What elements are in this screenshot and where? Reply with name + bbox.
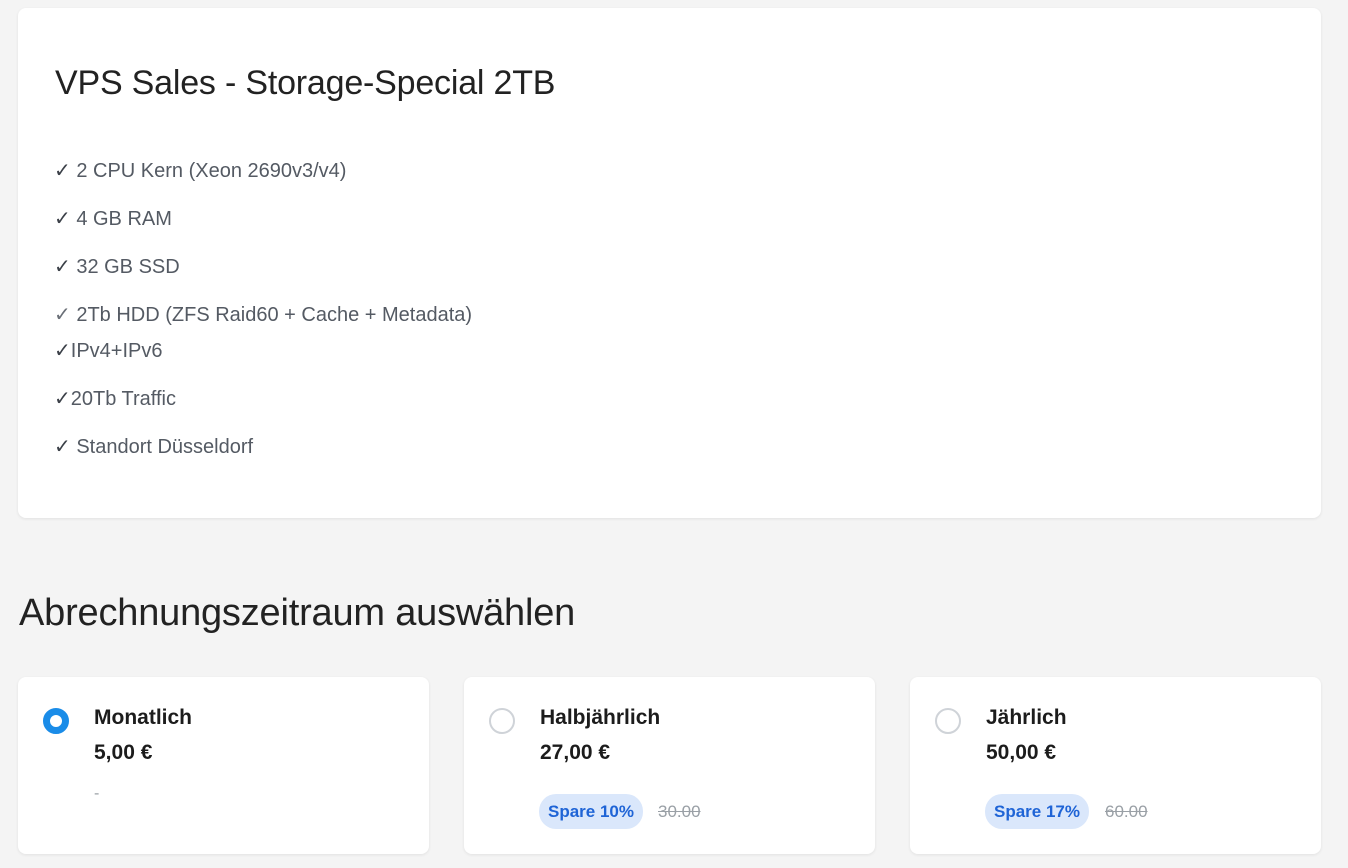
feature-text: 2 CPU Kern (Xeon 2690v3/v4)	[70, 160, 347, 182]
billing-option-name: Jährlich	[986, 706, 1067, 729]
billing-cycle-heading: Abrechnungszeitraum auswählen	[19, 592, 576, 634]
savings-badge: Spare 17%	[985, 794, 1089, 829]
feature-text: 20Tb Traffic	[70, 388, 176, 410]
check-icon: ✓	[54, 340, 71, 362]
check-icon: ✓	[54, 436, 71, 458]
billing-option-name: Halbjährlich	[540, 706, 661, 729]
feature-item-location: ✓ Standort Düsseldorf	[54, 434, 253, 459]
billing-option-price: 50,00 €	[986, 741, 1057, 764]
feature-item-cpu: ✓ 2 CPU Kern (Xeon 2690v3/v4)	[54, 158, 346, 183]
radio-button-annual[interactable]	[935, 708, 961, 734]
feature-item-hdd: ✓ 2Tb HDD (ZFS Raid60 + Cache + Metadata…	[54, 302, 472, 327]
feature-item-ip: ✓IPv4+IPv6	[54, 338, 162, 363]
feature-text: 4 GB RAM	[70, 208, 172, 230]
billing-option-note: -	[94, 785, 100, 802]
check-icon: ✓	[54, 256, 71, 278]
feature-item-ssd: ✓ 32 GB SSD	[54, 254, 180, 279]
billing-option-name: Monatlich	[94, 706, 192, 729]
billing-option-monthly[interactable]: Monatlich 5,00 € -	[18, 677, 429, 854]
original-price: 30.00	[658, 802, 701, 821]
feature-text: 32 GB SSD	[70, 256, 180, 278]
check-icon: ✓	[54, 388, 71, 410]
product-title: VPS Sales - Storage-Special 2TB	[55, 64, 556, 102]
check-icon: ✓	[54, 160, 71, 182]
product-card: VPS Sales - Storage-Special 2TB ✓ 2 CPU …	[18, 8, 1321, 518]
check-icon: ✓	[54, 208, 71, 230]
savings-badge: Spare 10%	[539, 794, 643, 829]
radio-button-monthly[interactable]	[43, 708, 69, 734]
billing-option-price: 27,00 €	[540, 741, 611, 764]
feature-text: Standort Düsseldorf	[70, 436, 254, 458]
check-icon: ✓	[54, 304, 71, 326]
feature-item-ram: ✓ 4 GB RAM	[54, 206, 172, 231]
original-price: 60.00	[1105, 802, 1148, 821]
billing-option-semiannual[interactable]: Halbjährlich 27,00 € Spare 10% 30.00	[464, 677, 875, 854]
billing-option-annual[interactable]: Jährlich 50,00 € Spare 17% 60.00	[910, 677, 1321, 854]
radio-button-semiannual[interactable]	[489, 708, 515, 734]
feature-text: IPv4+IPv6	[70, 340, 163, 362]
feature-text: 2Tb HDD (ZFS Raid60 + Cache + Metadata)	[70, 304, 473, 326]
feature-item-traffic: ✓20Tb Traffic	[54, 386, 176, 411]
billing-option-price: 5,00 €	[94, 741, 153, 764]
